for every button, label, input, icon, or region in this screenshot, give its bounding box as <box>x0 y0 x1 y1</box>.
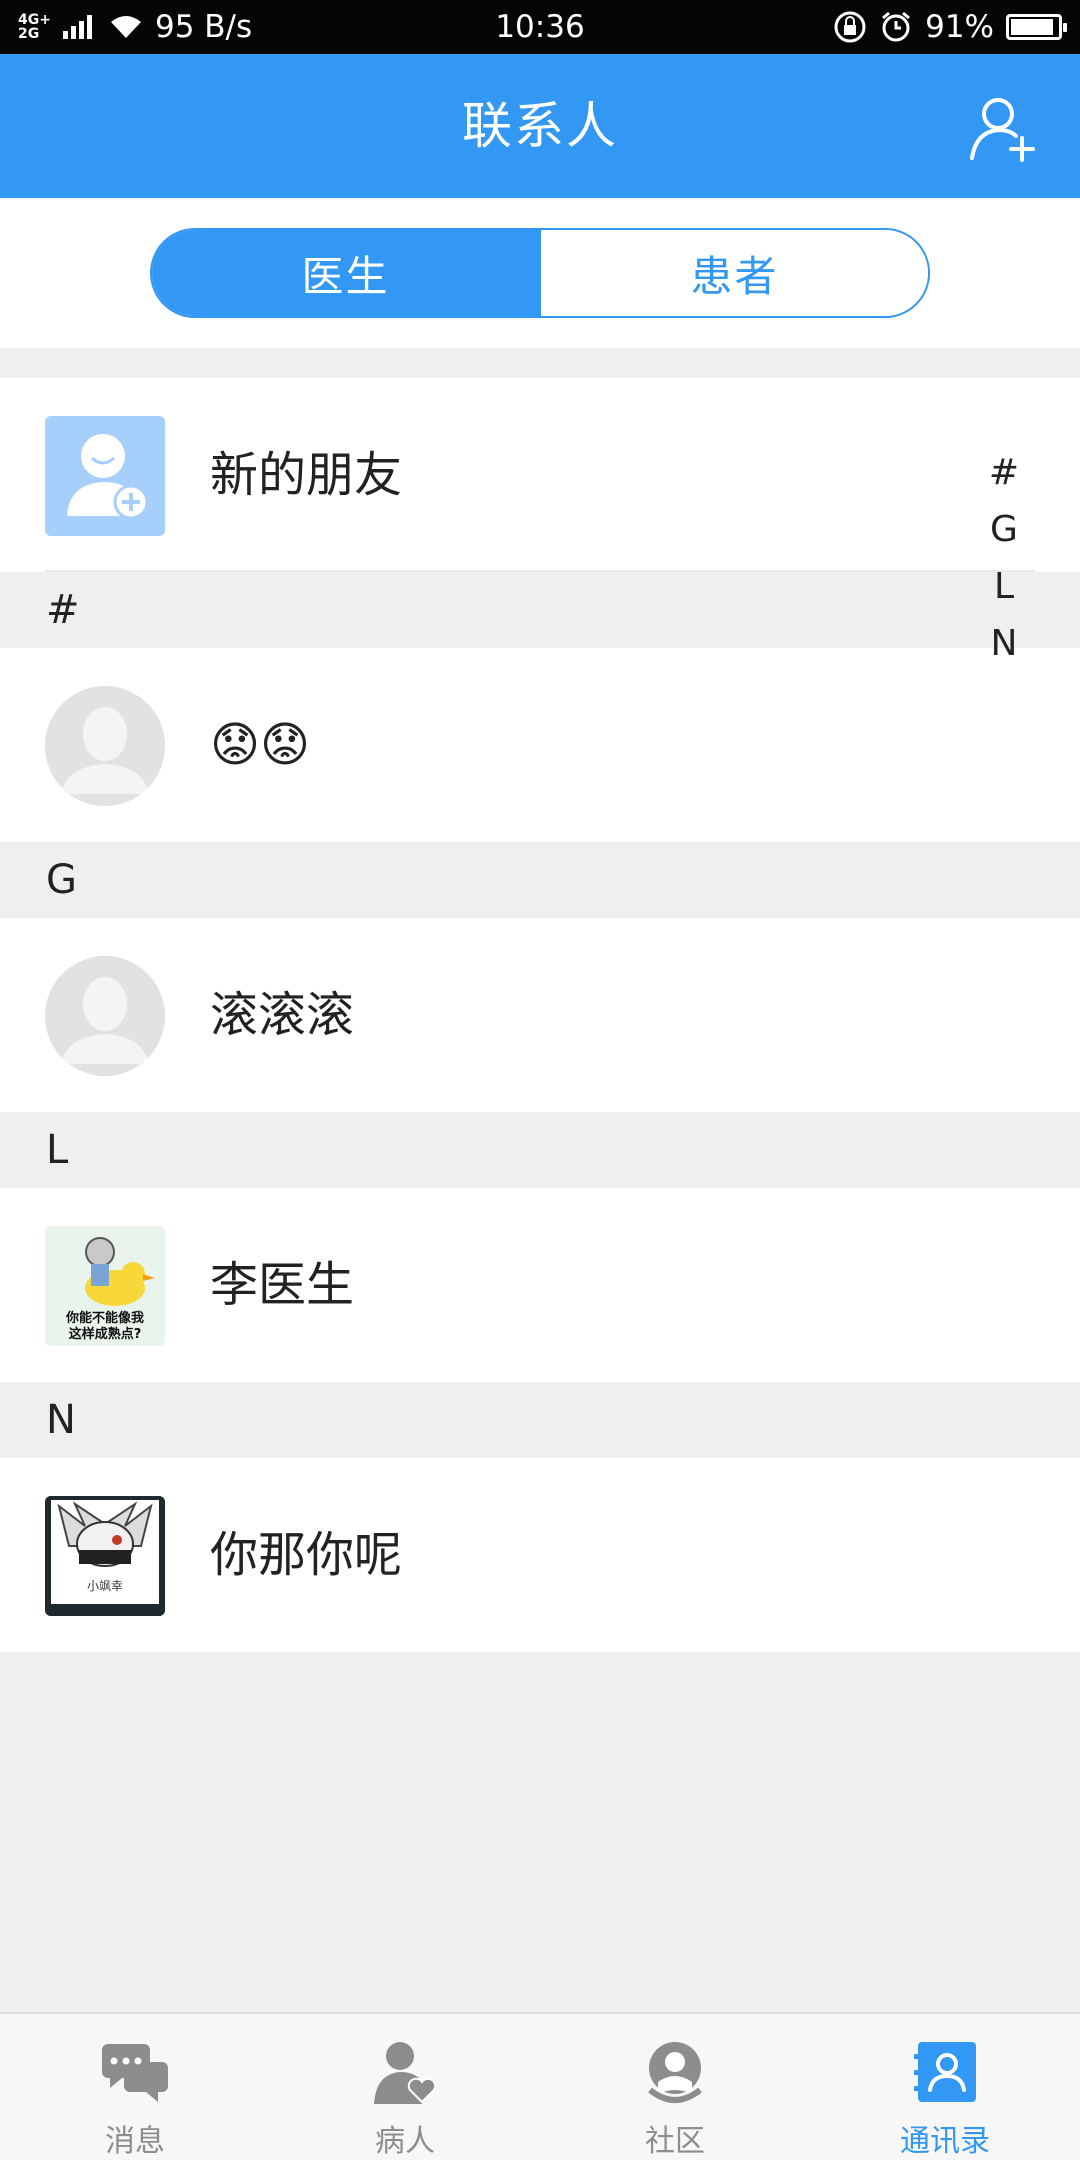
contact-row[interactable]: 小飒幸 你那你呢 <box>0 1458 1080 1652</box>
network-type-primary: 4G+ <box>18 12 51 28</box>
default-avatar <box>45 956 165 1076</box>
status-bar: 4G+ 2G 95 B/s 10:36 91% <box>0 0 1080 54</box>
contact-list: 新的朋友 # 😟😟 G 滚滚滚 L 你能不能像我 这样成熟点? 李医生 N 小飒… <box>0 378 1080 1652</box>
contact-row[interactable]: 😟😟 <box>0 648 1080 842</box>
nav-label: 病人 <box>375 2124 435 2159</box>
battery-icon <box>1006 14 1067 40</box>
new-friends-label: 新的朋友 <box>210 447 403 503</box>
nav-contacts[interactable]: 通讯录 <box>810 2014 1080 2160</box>
lock-rotation-icon <box>834 11 866 43</box>
page-title: 联系人 <box>462 97 618 155</box>
nav-messages[interactable]: 消息 <box>0 2014 270 2160</box>
index-item-g[interactable]: G <box>990 501 1018 558</box>
bottom-nav: 消息 病人 社区 通讯录 <box>0 2012 1080 2160</box>
nav-label: 消息 <box>105 2124 165 2159</box>
add-contact-button[interactable] <box>968 94 1038 164</box>
nav-label: 通讯录 <box>900 2124 990 2159</box>
contact-type-toggle: 医生 患者 <box>150 228 930 318</box>
anime-avatar: 小飒幸 <box>45 1496 165 1616</box>
patient-heart-icon <box>374 2042 437 2104</box>
section-header-hash: # <box>0 572 1080 648</box>
nav-label: 社区 <box>645 2124 705 2159</box>
wifi-icon <box>110 16 141 38</box>
alphabet-index: # G L N <box>984 444 1024 672</box>
chat-bubbles-icon <box>102 2044 168 2102</box>
network-type-secondary: 2G <box>18 26 40 42</box>
svg-text:你能不能像我: 你能不能像我 <box>65 1310 144 1326</box>
section-header-l: L <box>0 1112 1080 1188</box>
status-left: 4G+ 2G 95 B/s <box>18 9 252 45</box>
network-indicator: 4G+ 2G <box>18 13 51 41</box>
index-item-l[interactable]: L <box>994 558 1014 615</box>
status-right: 91% <box>833 9 1067 45</box>
new-friends-row[interactable]: 新的朋友 <box>0 378 1080 572</box>
battery-fill <box>1011 19 1053 35</box>
network-speed: 95 B/s <box>154 9 253 45</box>
contact-name: 李医生 <box>210 1257 355 1313</box>
app-header: 联系人 <box>0 54 1080 198</box>
tab-doctors[interactable]: 医生 <box>152 230 539 316</box>
svg-text:这样成熟点?: 这样成熟点? <box>69 1326 142 1342</box>
index-item-n[interactable]: N <box>991 615 1018 672</box>
meme-avatar: 你能不能像我 这样成熟点? <box>45 1226 165 1346</box>
contacts-book-icon <box>914 2042 976 2102</box>
battery-percent: 91% <box>925 9 994 45</box>
contact-name: 😟😟 <box>210 717 311 773</box>
tab-patients[interactable]: 患者 <box>539 230 928 316</box>
contact-row[interactable]: 滚滚滚 <box>0 918 1080 1112</box>
add-friend-icon <box>45 416 165 536</box>
divider <box>45 570 1035 572</box>
default-avatar <box>45 686 165 806</box>
segment-area: 医生 患者 <box>0 198 1080 348</box>
contact-row[interactable]: 你能不能像我 这样成熟点? 李医生 <box>0 1188 1080 1382</box>
add-user-icon <box>970 98 1035 162</box>
contact-name: 滚滚滚 <box>210 987 355 1043</box>
community-icon <box>648 2042 702 2103</box>
nav-patients[interactable]: 病人 <box>270 2014 540 2160</box>
section-header-g: G <box>0 842 1080 918</box>
alarm-icon <box>882 11 911 42</box>
svg-text:小飒幸: 小飒幸 <box>87 1578 123 1593</box>
section-header-n: N <box>0 1382 1080 1458</box>
signal-icon <box>62 15 92 39</box>
contact-name: 你那你呢 <box>210 1527 403 1583</box>
index-item-hash[interactable]: # <box>989 444 1019 501</box>
nav-community[interactable]: 社区 <box>540 2014 810 2160</box>
